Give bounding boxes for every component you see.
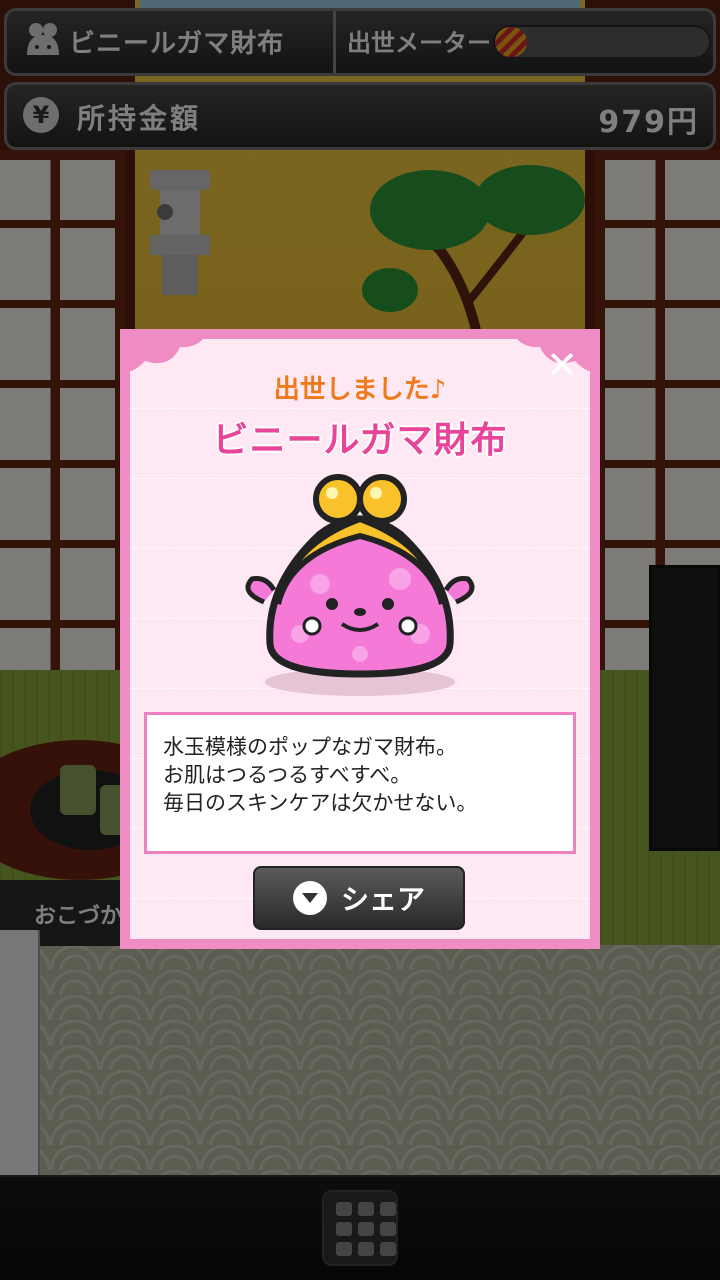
vinyl-frog-wallet-character <box>245 474 475 696</box>
description-box: 水玉模様のポップなガマ財布。 お肌はつるつるすべすべ。 毎日のスキンケアは欠かせ… <box>144 712 576 854</box>
share-label: シェア <box>340 883 425 916</box>
description-line: 毎日のスキンケアは欠かせない。 <box>163 791 478 815</box>
share-icon <box>292 881 327 915</box>
description-line: お肌はつるつるすべすべ。 <box>163 763 412 787</box>
wallet-title: ビニールガマ財布 <box>212 420 508 461</box>
share-button[interactable]: シェア <box>253 866 465 930</box>
description-line: 水玉模様のポップなガマ財布。 <box>163 735 457 759</box>
promoted-text: 出世しました♪ <box>273 375 447 405</box>
promotion-dialog: ✕ 出世しました♪ ビニールガマ財布 水玉模様のポップなガマ財布。 お肌はつるつ… <box>120 329 600 949</box>
dialog-body: ✕ 出世しました♪ ビニールガマ財布 水玉模様のポップなガマ財布。 お肌はつるつ… <box>120 329 600 939</box>
